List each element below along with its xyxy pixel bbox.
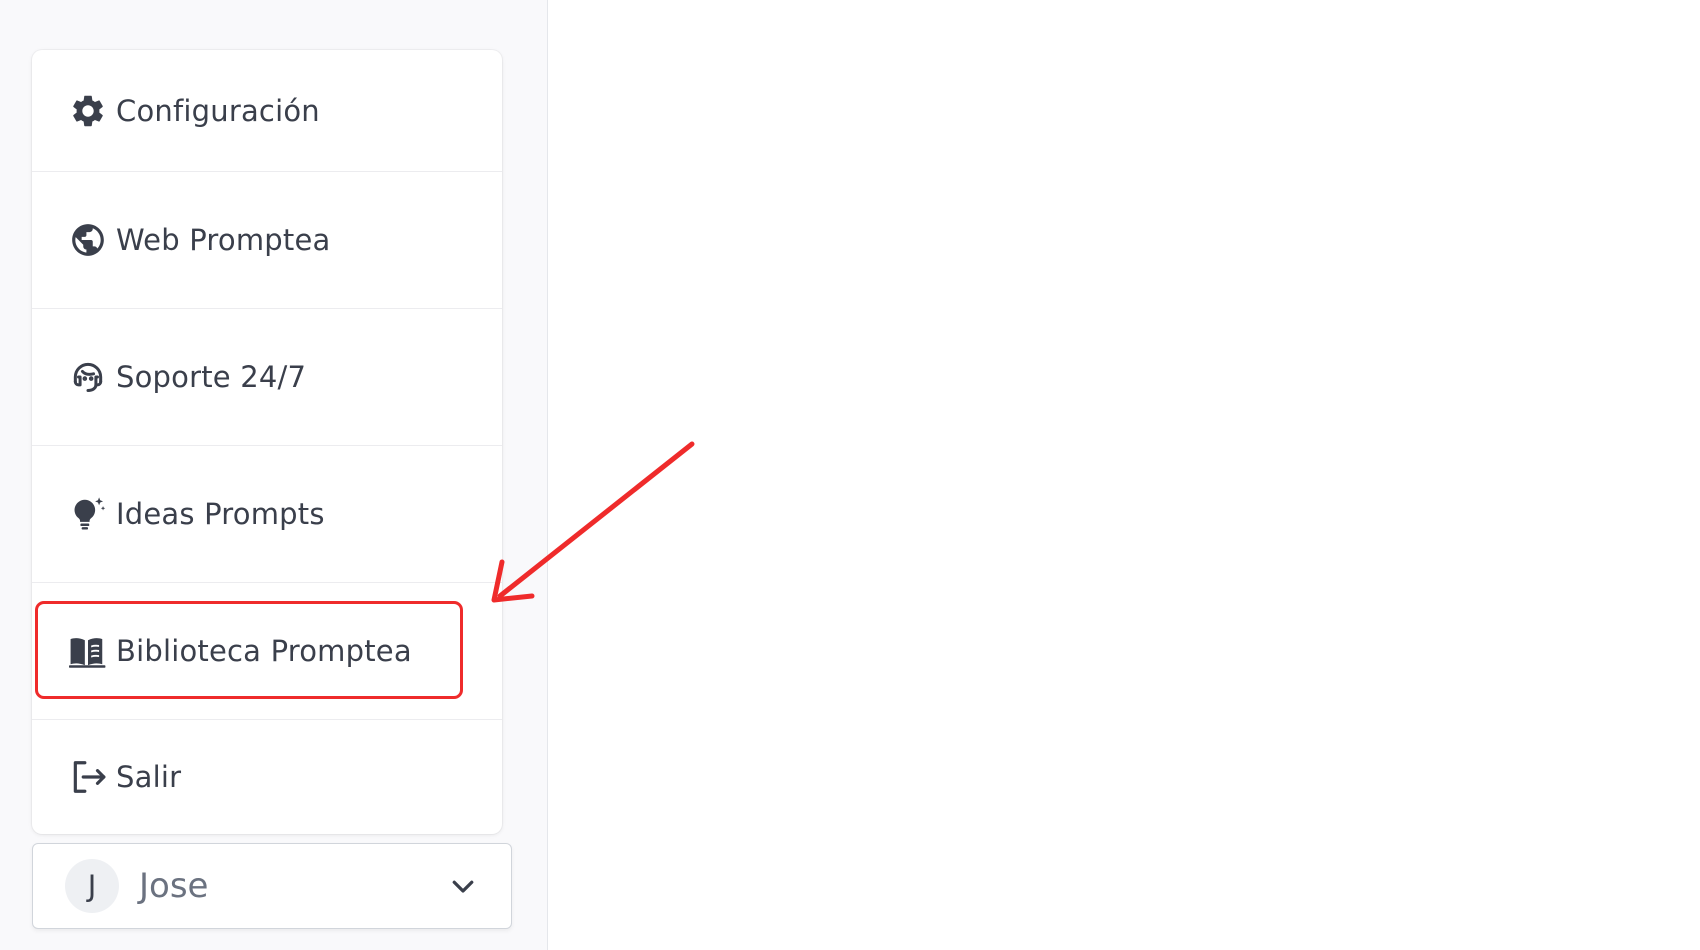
sidebar: Configuración Web Promptea Soporte 24/7 …: [0, 0, 548, 950]
lightbulb-sparkle-icon: [68, 494, 108, 534]
user-name: Jose: [139, 866, 209, 906]
user-menu: Configuración Web Promptea Soporte 24/7 …: [32, 50, 502, 834]
menu-item-label: Soporte 24/7: [116, 360, 307, 394]
menu-item-label: Ideas Prompts: [116, 497, 325, 531]
headset-icon: [68, 357, 108, 397]
menu-item-web-promptea[interactable]: Web Promptea: [32, 172, 502, 309]
book-icon: [68, 631, 108, 671]
annotation-arrow: [491, 441, 695, 603]
user-dropdown[interactable]: J Jose: [32, 843, 512, 929]
logout-icon: [68, 757, 108, 797]
chevron-down-icon: [443, 866, 483, 906]
menu-item-ideas-prompts[interactable]: Ideas Prompts: [32, 446, 502, 583]
menu-item-configuracion[interactable]: Configuración: [32, 50, 502, 172]
avatar: J: [65, 859, 119, 913]
menu-item-biblioteca-promptea[interactable]: Biblioteca Promptea: [32, 583, 502, 720]
menu-item-label: Configuración: [116, 93, 320, 128]
globe-icon: [68, 220, 108, 260]
menu-item-label: Web Promptea: [116, 223, 331, 257]
gear-icon: [68, 91, 108, 131]
menu-item-soporte[interactable]: Soporte 24/7: [32, 309, 502, 446]
menu-item-label: Biblioteca Promptea: [116, 634, 412, 668]
menu-item-label: Salir: [116, 760, 182, 794]
menu-item-salir[interactable]: Salir: [32, 720, 502, 834]
